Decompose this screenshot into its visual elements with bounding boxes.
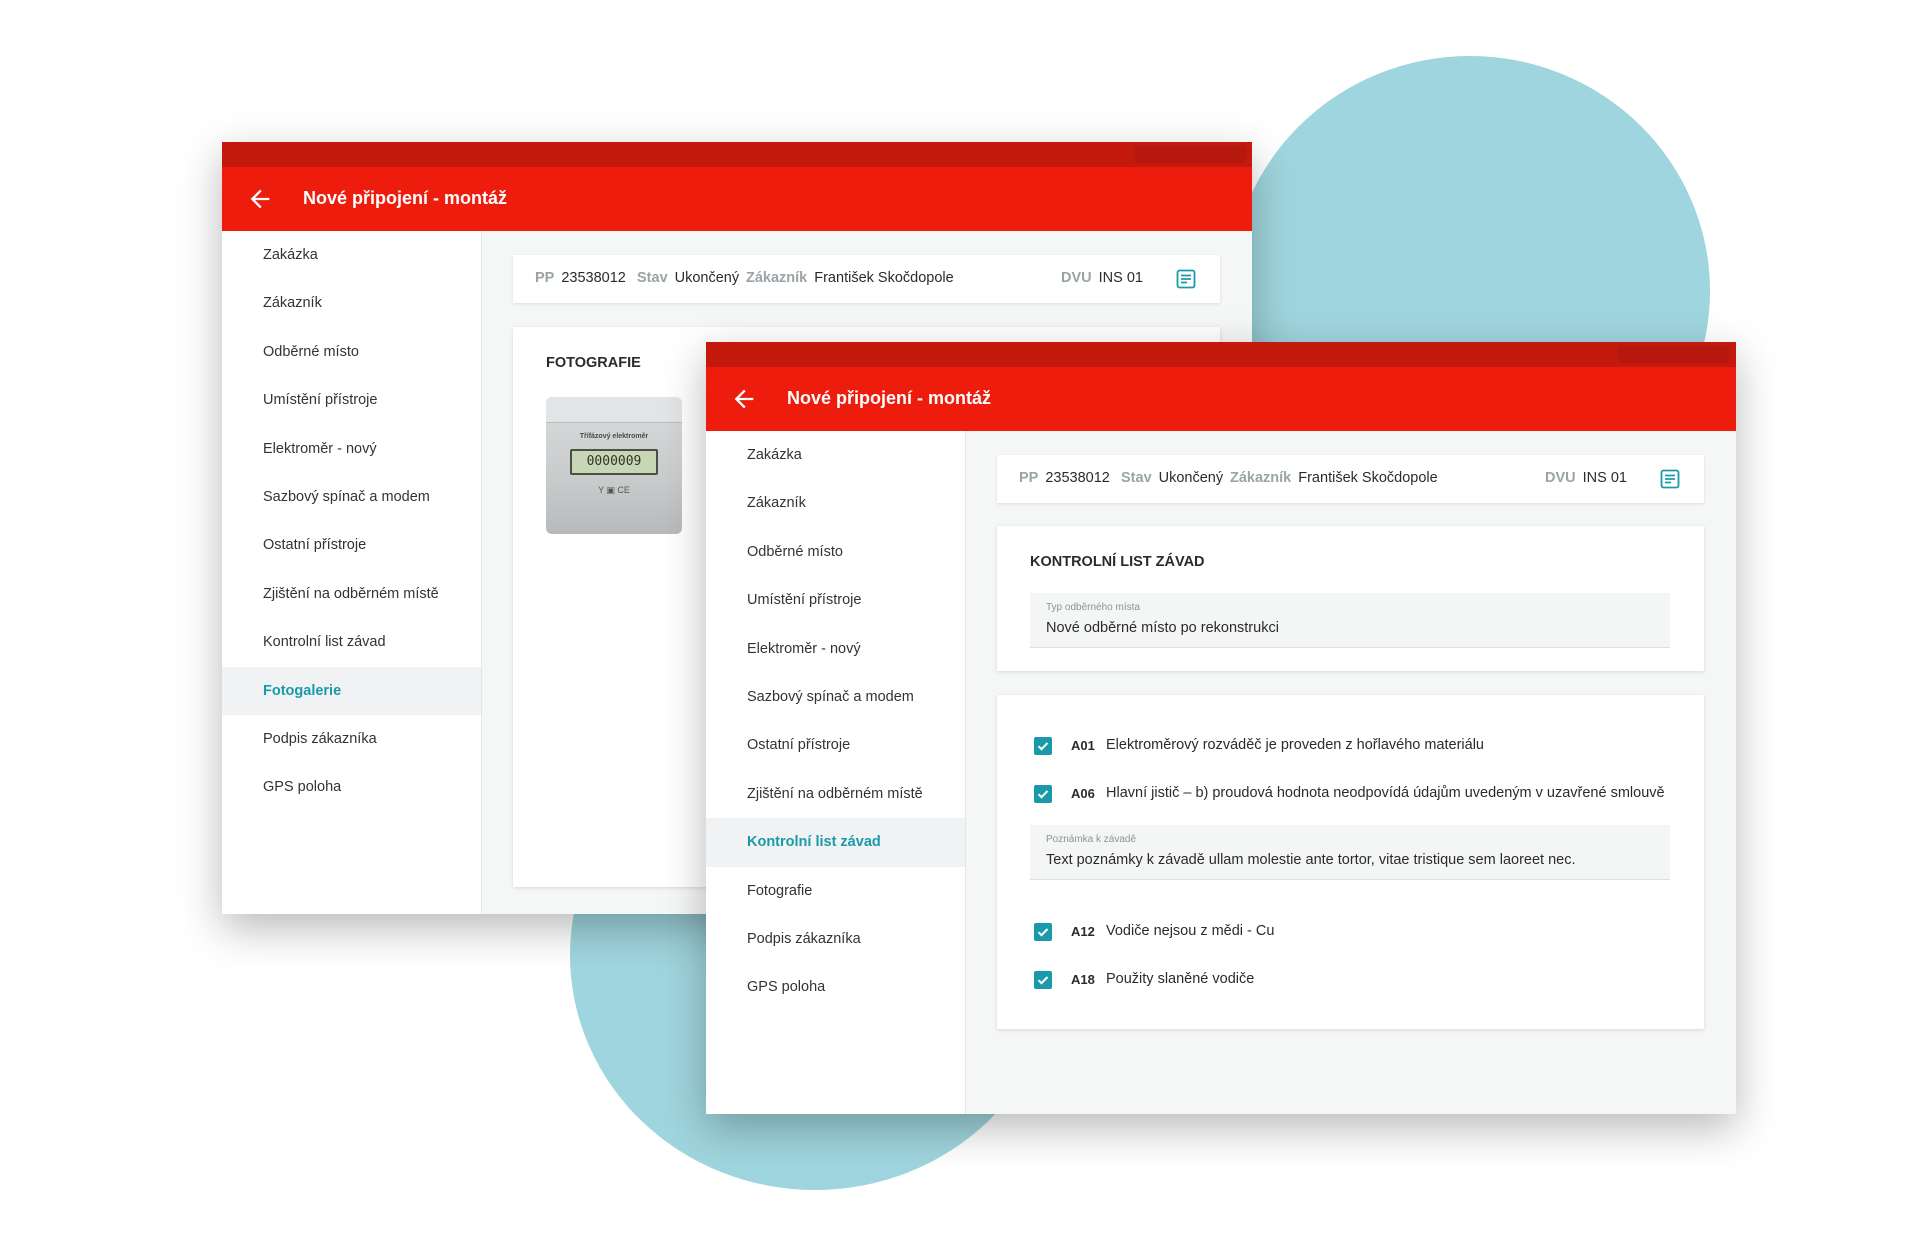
check-icon (1037, 976, 1049, 985)
defect-code: A06 (1071, 786, 1095, 801)
sidebar-item-gps[interactable]: GPS poloha (222, 763, 481, 811)
sidebar-item-zakaznik[interactable]: Zákazník (222, 279, 481, 327)
check-icon (1037, 790, 1049, 799)
info-zakaznik-label: Zákazník (746, 270, 808, 286)
info-pp-label: PP (535, 270, 555, 286)
location-type-label: Typ odběrného místa (1046, 602, 1140, 613)
section-title: KONTROLNÍ LIST ZÁVAD (1030, 554, 1205, 570)
defect-checklist-card: KONTROLNÍ LIST ZÁVAD Typ odběrného místa… (997, 526, 1704, 671)
defect-checkbox[interactable] (1034, 785, 1052, 803)
info-pp: PP 23538012 (535, 270, 626, 286)
sidebar-item-fotografie[interactable]: Fotografie (706, 867, 965, 915)
defect-checkbox[interactable] (1034, 971, 1052, 989)
order-info-bar: PP 23538012 Stav Ukončený Zákazník Františe… (513, 255, 1220, 303)
info-stav-value: Ukončený (674, 270, 740, 286)
main-content: PP 23538012 Stav Ukončený Zákazník Františe… (966, 431, 1736, 1114)
app-bar: Nové připojení - montáž (706, 367, 1736, 431)
info-pp-value: 23538012 (1045, 470, 1110, 486)
status-indicator (1134, 145, 1246, 163)
sidebar-item-sazbovy-spinac[interactable]: Sazbový spínač a modem (222, 473, 481, 521)
sidebar-item-odberne-misto[interactable]: Odběrné místo (706, 528, 965, 576)
sidebar-item-gps[interactable]: GPS poloha (706, 963, 965, 1011)
sidebar-item-zjisteni[interactable]: Zjištění na odběrném místě (706, 770, 965, 818)
defect-note-label: Poznámka k závadě (1046, 834, 1137, 845)
sidebar-item-odberne-misto[interactable]: Odběrné místo (222, 328, 481, 376)
page-title: Nové připojení - montáž (787, 388, 992, 408)
status-bar (706, 342, 1736, 367)
defect-code: A12 (1071, 924, 1095, 939)
defect-code: A01 (1071, 738, 1095, 753)
meter-photo-thumbnail[interactable]: Třífázový elektroměr 0000009 Y ▣ CE (546, 397, 682, 534)
sidebar-item-podpis[interactable]: Podpis zákazníka (706, 915, 965, 963)
defect-checkbox[interactable] (1034, 737, 1052, 755)
location-type-value: Nové odběrné místo po rekonstrukci (1046, 620, 1279, 636)
info-pp: PP 23538012 (1019, 470, 1110, 486)
meter-photo-display: 0000009 (570, 449, 658, 475)
sidebar-item-umisteni-pristroje[interactable]: Umístění přístroje (706, 576, 965, 624)
defect-checkbox[interactable] (1034, 923, 1052, 941)
sidebar-item-podpis[interactable]: Podpis zákazníka (222, 715, 481, 763)
sidebar-item-elektromer-novy[interactable]: Elektroměr - nový (706, 625, 965, 673)
section-title: FOTOGRAFIE (546, 355, 641, 371)
info-stav-label: Stav (1121, 470, 1152, 486)
order-info-bar: PP 23538012 Stav Ukončený Zákazník Františe… (997, 455, 1704, 503)
info-pp-value: 23538012 (561, 270, 626, 286)
info-dvu-label: DVU (1545, 470, 1576, 486)
info-zakaznik-value: František Skočdopole (814, 270, 954, 286)
note-icon[interactable] (1174, 267, 1198, 291)
info-pp-label: PP (1019, 470, 1039, 486)
defect-code: A18 (1071, 972, 1095, 987)
sidebar-item-zakaznik[interactable]: Zákazník (706, 479, 965, 527)
arrow-back-icon[interactable] (730, 385, 758, 413)
info-stav-value: Ukončený (1158, 470, 1224, 486)
sidebar-item-ostatni-pristroje[interactable]: Ostatní přístroje (706, 721, 965, 769)
note-icon[interactable] (1658, 467, 1682, 491)
meter-photo-top (546, 397, 682, 423)
meter-photo-marks: Y ▣ CE (598, 485, 630, 495)
info-zakaznik-label: Zákazník (1230, 470, 1292, 486)
sidebar-item-umisteni-pristroje[interactable]: Umístění přístroje (222, 376, 481, 424)
check-icon (1037, 928, 1049, 937)
status-indicator (1618, 345, 1730, 363)
info-zakaznik: Zákazník František Skočdopole (1230, 470, 1438, 486)
app-window-defect-checklist: Nové připojení - montáž Zakázka Zákazník… (706, 342, 1736, 1114)
info-stav: Stav Ukončený (637, 270, 739, 286)
info-dvu: DVU INS 01 (1545, 470, 1627, 486)
arrow-back-icon[interactable] (246, 185, 274, 213)
sidebar-item-sazbovy-spinac[interactable]: Sazbový spínač a modem (706, 673, 965, 721)
app-bar: Nové připojení - montáž (222, 167, 1252, 231)
sidebar-item-zakazka[interactable]: Zakázka (222, 231, 481, 279)
info-stav-label: Stav (637, 270, 668, 286)
status-bar (222, 142, 1252, 167)
meter-photo-caption: Třífázový elektroměr (579, 433, 649, 440)
sidebar-item-elektromer-novy[interactable]: Elektroměr - nový (222, 425, 481, 473)
info-dvu-value: INS 01 (1582, 470, 1627, 486)
defects-list-card: A01 Elektroměrový rozváděč je proveden z… (997, 695, 1704, 1029)
sidebar-item-kontrolni-list[interactable]: Kontrolní list závad (222, 618, 481, 666)
info-stav: Stav Ukončený (1121, 470, 1223, 486)
page-title: Nové připojení - montáž (303, 188, 508, 208)
defect-text: Vodiče nejsou z mědi - Cu (1106, 923, 1275, 939)
info-dvu-label: DVU (1061, 270, 1092, 286)
sidebar-nav: Zakázka Zákazník Odběrné místo Umístění … (222, 231, 482, 914)
defect-text: Elektroměrový rozváděč je proveden z hoř… (1106, 737, 1484, 753)
sidebar-item-zjisteni[interactable]: Zjištění na odběrném místě (222, 570, 481, 618)
defect-text: Hlavní jistič – b) proudová hodnota neod… (1106, 785, 1665, 801)
info-dvu: DVU INS 01 (1061, 270, 1143, 286)
sidebar-item-zakazka[interactable]: Zakázka (706, 431, 965, 479)
location-type-field[interactable]: Typ odběrného místa Nové odběrné místo p… (1030, 593, 1670, 648)
defect-note-value: Text poznámky k závadě ullam molestie an… (1046, 852, 1576, 868)
sidebar-nav: Zakázka Zákazník Odběrné místo Umístění … (706, 431, 966, 1114)
defect-text: Použity slaněné vodiče (1106, 971, 1255, 987)
info-dvu-value: INS 01 (1098, 270, 1143, 286)
sidebar-item-ostatni-pristroje[interactable]: Ostatní přístroje (222, 521, 481, 569)
sidebar-item-kontrolni-list[interactable]: Kontrolní list závad (706, 818, 965, 867)
defect-note-field[interactable]: Poznámka k závadě Text poznámky k závadě… (1030, 825, 1670, 880)
info-zakaznik-value: František Skočdopole (1298, 470, 1438, 486)
check-icon (1037, 742, 1049, 751)
info-zakaznik: Zákazník František Skočdopole (746, 270, 954, 286)
sidebar-item-fotogalerie[interactable]: Fotogalerie (222, 666, 481, 715)
